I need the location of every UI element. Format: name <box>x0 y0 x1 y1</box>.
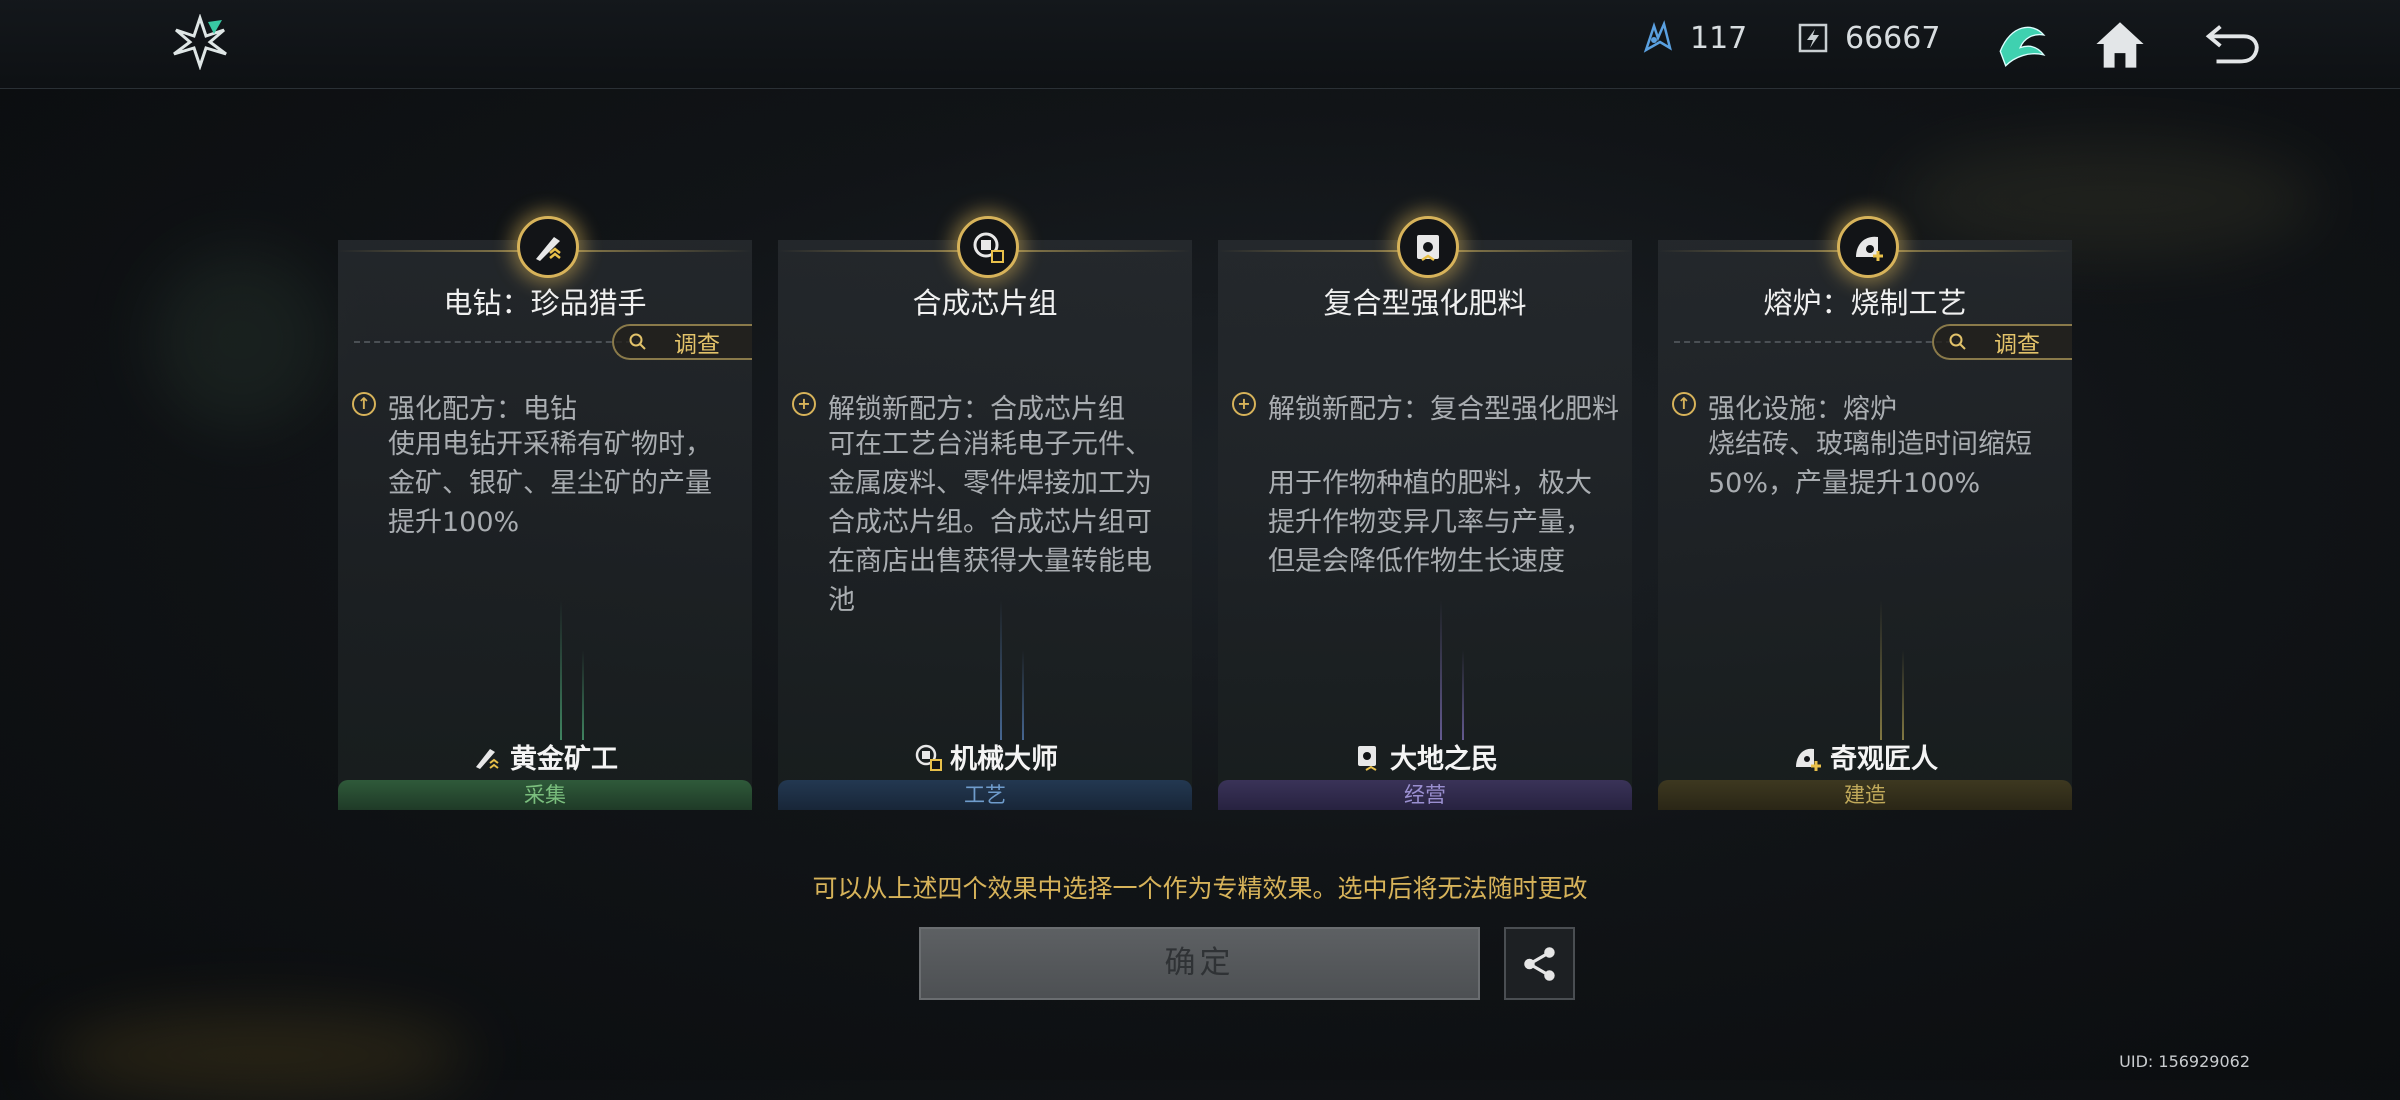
profession-name: 大地之民 <box>1390 744 1498 775</box>
share-button[interactable] <box>1504 927 1575 1000</box>
light-beam <box>1000 600 1002 740</box>
home-icon[interactable] <box>2088 12 2152 76</box>
perk-card-fertilizer[interactable]: 复合型强化肥料 + 解锁新配方：复合型强化肥料 用于作物种植的肥料，极大提升作物… <box>1218 216 1632 810</box>
search-icon <box>629 333 646 350</box>
effect-description: 可在工艺台消耗电子元件、金属废料、零件焊接加工为合成芯片组。合成芯片组可在商店出… <box>828 429 1152 616</box>
selection-hint: 可以从上述四个效果中选择一个作为专精效果。选中后将无法随时更改 <box>812 874 1588 903</box>
profession-tag: 大地之民 <box>1218 737 1632 776</box>
search-icon <box>1949 333 1966 350</box>
crystal-count: 117 <box>1690 20 1748 56</box>
card-title: 合成芯片组 <box>912 286 1058 320</box>
unlock-icon: + <box>792 392 816 416</box>
top-bar: 117 66667 <box>0 0 2400 89</box>
light-beam <box>1440 600 1442 740</box>
effect-title: 解锁新配方：合成芯片组 <box>828 394 1125 425</box>
energy-currency: 66667 <box>1795 20 1940 56</box>
perk-card-drill[interactable]: 电钻：珍品猎手 调查 ↑ 强化配方：电钻 使用电钻开采稀有矿物时，金矿、银矿、星… <box>338 216 752 810</box>
chipset-emblem-icon <box>957 216 1019 278</box>
effect-description: 使用电钻开采稀有矿物时，金矿、银矿、星尘矿的产量提升100% <box>388 429 712 538</box>
investigate-button[interactable]: 调查 <box>1932 324 2072 360</box>
game-logo-icon[interactable] <box>170 13 230 71</box>
crystal-currency: 117 <box>1640 20 1747 56</box>
upgrade-icon: ↑ <box>1672 392 1696 416</box>
confirm-button[interactable]: 确定 <box>919 927 1480 1000</box>
effect-description: 用于作物种植的肥料，极大提升作物变异几率与产量，但是会降低作物生长速度 <box>1268 468 1592 577</box>
profession-name: 黄金矿工 <box>510 744 618 775</box>
faction-emblem-icon[interactable] <box>1990 12 2054 76</box>
drill-icon <box>476 748 499 769</box>
fertilizer-emblem-icon <box>1397 216 1459 278</box>
user-id: UID: 156929062 <box>2119 1052 2250 1071</box>
drill-emblem-icon <box>517 216 579 278</box>
card-title: 电钻：珍品猎手 <box>443 286 647 320</box>
category-label: 采集 <box>338 780 752 810</box>
investigate-button[interactable]: 调查 <box>612 324 752 360</box>
background-glow <box>150 250 330 430</box>
investigate-label: 调查 <box>1994 332 2040 358</box>
profession-tag: 奇观匠人 <box>1658 737 2072 776</box>
energy-count: 66667 <box>1845 20 1941 56</box>
upgrade-icon: ↑ <box>352 392 376 416</box>
profession-tag: 黄金矿工 <box>338 737 752 776</box>
furnace-emblem-icon <box>1837 216 1899 278</box>
profession-name: 奇观匠人 <box>1830 744 1938 775</box>
light-beam <box>1462 650 1464 740</box>
perk-card-furnace[interactable]: 熔炉：烧制工艺 调查 ↑ 强化设施：熔炉 烧结砖、玻璃制造时间缩短50%，产量提… <box>1658 216 2072 810</box>
chip-icon <box>915 744 942 771</box>
card-title: 熔炉：烧制工艺 <box>1763 286 1967 320</box>
effect-description: 烧结砖、玻璃制造时间缩短50%，产量提升100% <box>1708 429 2032 499</box>
light-beam <box>1022 650 1024 740</box>
category-label: 经营 <box>1218 780 1632 810</box>
effect-title: 解锁新配方：复合型强化肥料 <box>1268 394 1619 425</box>
card-title: 复合型强化肥料 <box>1323 286 1527 320</box>
investigate-label: 调查 <box>674 332 720 358</box>
card-divider <box>1674 341 1962 343</box>
share-icon <box>1523 946 1555 981</box>
profession-name: 机械大师 <box>950 744 1058 775</box>
category-label: 工艺 <box>778 780 1192 810</box>
background-glow <box>50 1010 470 1100</box>
unlock-icon: + <box>1232 392 1256 416</box>
effect-title: 强化设施：熔炉 <box>1708 394 1897 425</box>
light-beam <box>1880 600 1882 740</box>
furnace-icon <box>1796 748 1821 771</box>
perk-card-chipset[interactable]: 合成芯片组 + 解锁新配方：合成芯片组 可在工艺台消耗电子元件、金属废料、零件焊… <box>778 216 1192 810</box>
fertilizer-bag-icon <box>1358 745 1377 771</box>
profession-tag: 机械大师 <box>778 737 1192 776</box>
light-beam <box>1902 650 1904 740</box>
card-divider <box>354 341 642 343</box>
light-beam <box>560 600 562 740</box>
back-icon[interactable] <box>2200 12 2264 76</box>
light-beam <box>582 650 584 740</box>
category-label: 建造 <box>1658 780 2072 810</box>
crystal-icon <box>1643 20 1672 53</box>
energy-chip-icon <box>1798 23 1828 53</box>
effect-title: 强化配方：电钻 <box>388 394 577 425</box>
